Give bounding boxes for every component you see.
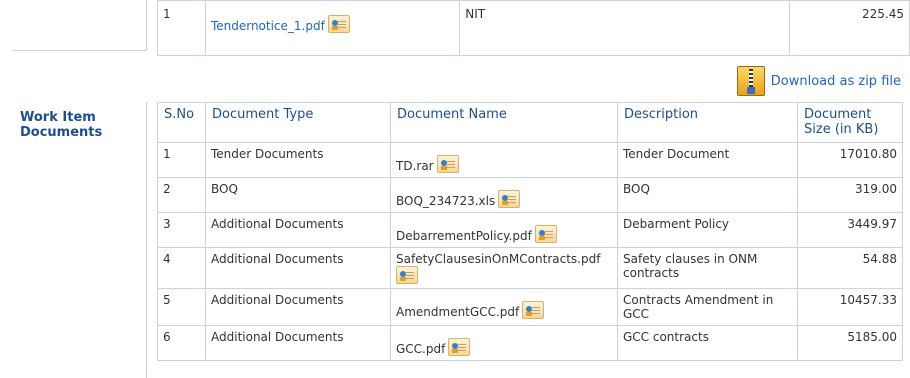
table-row: 5 Additional Documents AmendmentGCC.pdf … [157, 288, 903, 326]
left-border-divider [12, 50, 147, 51]
table-row: 2 BOQ BOQ_234723.xls BOQ 319.00 [157, 177, 903, 213]
description-cell: Tender Document [617, 142, 798, 178]
section-title: Work Item Documents [20, 110, 103, 140]
sno-cell: 6 [157, 325, 206, 361]
certificate-icon[interactable] [498, 190, 521, 208]
sno-cell: 1 [157, 142, 206, 178]
document-type-cell: BOQ [205, 177, 391, 213]
document-name-cell: AmendmentGCC.pdf [390, 288, 618, 326]
document-link[interactable]: Tendernotice_1.pdf [211, 19, 325, 33]
sno-cell: 5 [157, 288, 206, 326]
sno-cell: 3 [157, 212, 206, 248]
document-link[interactable]: SafetyClausesinOnMContracts.pdf [396, 252, 600, 266]
certificate-icon[interactable] [522, 301, 545, 319]
document-link[interactable]: AmendmentGCC.pdf [396, 305, 519, 319]
description-cell: BOQ [617, 177, 798, 213]
document-name-cell: GCC.pdf [390, 325, 618, 361]
size-cell: 225.45 [789, 0, 910, 56]
description-cell: Contracts Amendment in GCC [617, 288, 798, 326]
size-cell: 54.88 [797, 247, 903, 289]
document-name-cell: BOQ_234723.xls [390, 177, 618, 213]
table-header-row: S.No Document Type Document Name Descrip… [157, 102, 903, 143]
document-type-cell: Additional Documents [205, 325, 391, 361]
description-cell: GCC contracts [617, 325, 798, 361]
description-cell: Safety clauses in ONM contracts [617, 247, 798, 289]
download-zip-link[interactable]: Download as zip file [771, 74, 901, 89]
table-row: 3 Additional Documents DebarrementPolicy… [157, 212, 903, 248]
size-cell: 3449.97 [797, 212, 903, 248]
header-document-type: Document Type [205, 102, 391, 143]
work-item-documents-table: S.No Document Type Document Name Descrip… [157, 102, 903, 361]
left-border-top [146, 0, 147, 50]
description-cell: NIT [459, 0, 791, 56]
document-type-cell: Additional Documents [205, 247, 391, 289]
document-link[interactable]: GCC.pdf [396, 342, 445, 356]
size-cell: 17010.80 [797, 142, 903, 178]
certificate-icon[interactable] [448, 338, 471, 356]
certificate-icon[interactable] [436, 155, 459, 173]
nit-documents-table: 1 Tendernotice_1.pdf NIT 225.45 [157, 0, 910, 56]
sno-cell: 1 [157, 0, 206, 56]
header-document-size: Document Size (in KB) [797, 102, 903, 143]
document-type-cell: Tender Documents [205, 142, 391, 178]
size-cell: 319.00 [797, 177, 903, 213]
certificate-icon[interactable] [396, 266, 418, 284]
table-row: 1 Tender Documents TD.rar Tender Documen… [157, 142, 903, 178]
left-border-bottom [146, 102, 147, 378]
document-name-cell: TD.rar [390, 142, 618, 178]
document-type-cell: Additional Documents [205, 288, 391, 326]
document-link[interactable]: BOQ_234723.xls [396, 194, 495, 208]
document-name-cell: Tendernotice_1.pdf [204, 0, 461, 56]
document-name-cell: DebarrementPolicy.pdf [390, 212, 618, 248]
size-cell: 5185.00 [797, 325, 903, 361]
header-document-name: Document Name [390, 102, 618, 143]
table-row: 4 Additional Documents SafetyClausesinOn… [157, 247, 903, 289]
table-row: 1 Tendernotice_1.pdf NIT 225.45 [157, 0, 910, 56]
certificate-icon[interactable] [327, 15, 350, 33]
table-row: 6 Additional Documents GCC.pdf GCC contr… [157, 325, 903, 361]
size-cell: 10457.33 [797, 288, 903, 326]
zip-file-icon[interactable] [736, 66, 765, 96]
document-name-cell: SafetyClausesinOnMContracts.pdf [390, 247, 618, 289]
document-link[interactable]: DebarrementPolicy.pdf [396, 229, 532, 243]
certificate-icon[interactable] [534, 225, 557, 243]
header-description: Description [617, 102, 798, 143]
description-cell: Debarment Policy [617, 212, 798, 248]
header-sno: S.No [157, 102, 206, 143]
document-type-cell: Additional Documents [205, 212, 391, 248]
sno-cell: 4 [157, 247, 206, 289]
document-link[interactable]: TD.rar [396, 159, 434, 173]
download-zip[interactable]: Download as zip file [736, 66, 901, 96]
sno-cell: 2 [157, 177, 206, 213]
